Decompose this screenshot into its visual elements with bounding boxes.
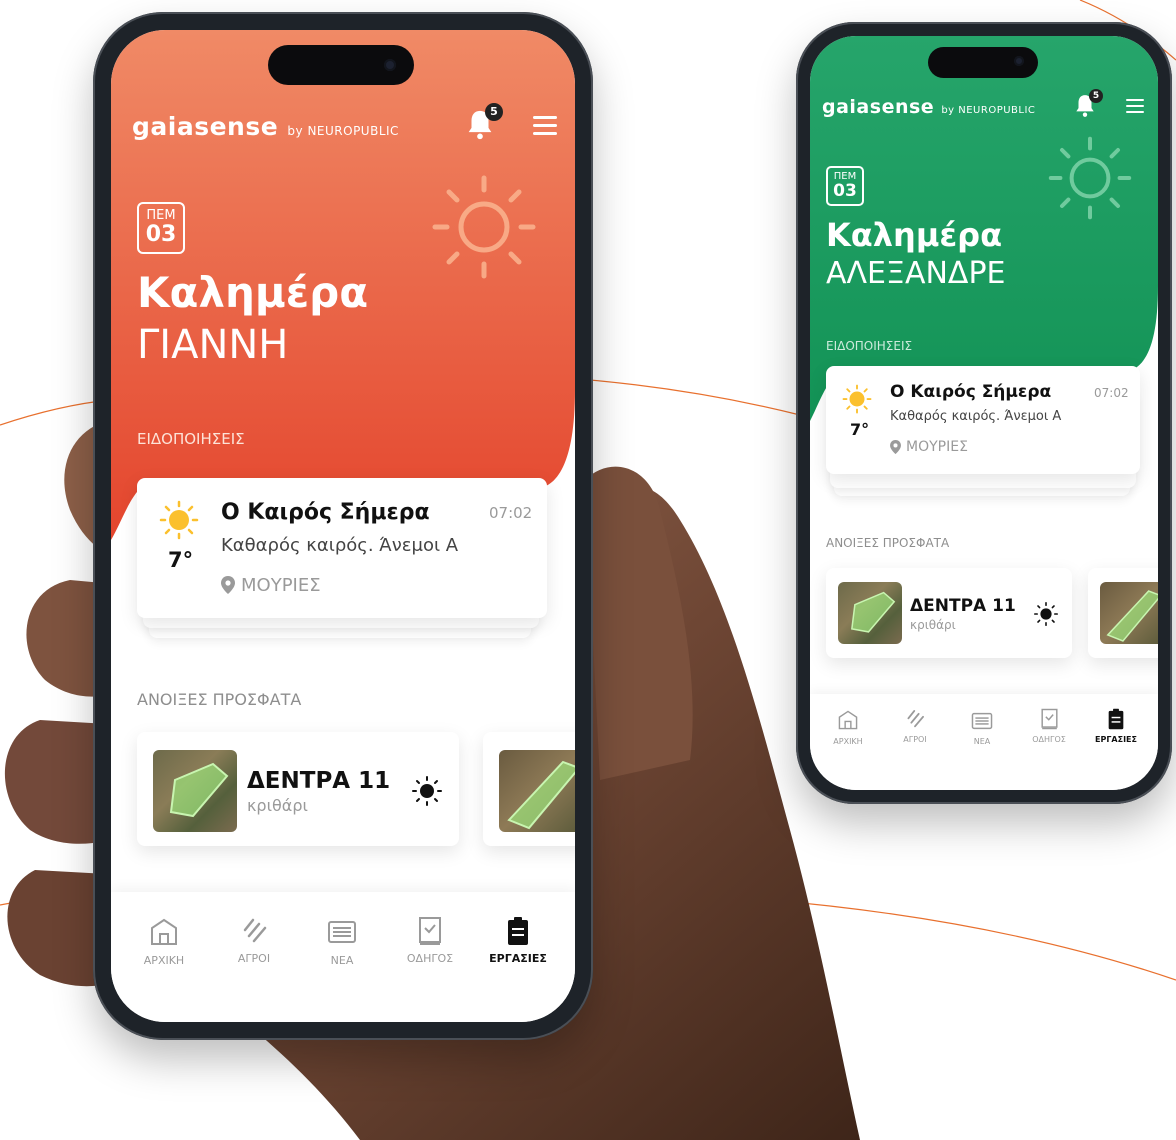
tasks-icon [1108,708,1124,730]
menu-icon[interactable] [533,116,557,135]
dynamic-island [928,47,1038,78]
field-map-thumbnail [153,750,237,832]
location-pin-icon [221,576,235,594]
nav-tasks-label: ΕΡΓΑΣΙΕΣ [489,952,547,965]
weather-time: 07:02 [489,504,533,522]
user-name: ΑΛΕΞΑΝΔΡΕ [826,256,1006,291]
weather-location: ΜΟΥΡΙΕΣ [906,439,968,455]
fields-icon [243,918,267,943]
weather-title: Ο Καιρός Σήμερα [221,500,430,525]
weather-time: 07:02 [1094,386,1129,400]
nav-news[interactable]: ΝΕΑ [954,712,1010,746]
phone-green: gaiasense by NEUROPUBLIC 5 ΠΕΜ 03 Καλημέ… [796,22,1172,804]
nav-home-label: ΑΡΧΙΚΗ [833,737,863,746]
brand-logo: gaiasense by NEUROPUBLIC [132,112,399,141]
user-name: ΓΙΑΝΝΗ [137,322,289,368]
recent-label: ΑΝΟΙΞΕΣ ΠΡΟΣΦΑΤΑ [137,690,302,709]
nav-home[interactable]: ΑΡΧΙΚΗ [820,710,876,746]
menu-icon[interactable] [1126,99,1144,113]
weather-description: Καθαρός καιρός. Άνεμοι Α [890,409,1062,424]
greeting-text: Καλημέρα [826,216,1003,254]
camera-icon [384,59,396,71]
nav-guide-label: ΟΔΗΓΟΣ [406,952,454,965]
sun-icon [432,175,536,279]
notifications-label: ΕΙΔΟΠΟΙΗΣΕΙΣ [137,430,245,448]
bottom-nav: ΑΡΧΙΚΗ ΑΓΡΟΙ ΝΕΑ ΟΔΗΓΟΣ ΕΡΓΑΣΙΕΣ [810,694,1158,790]
nav-news[interactable]: ΝΕΑ [305,920,379,967]
notification-badge: 5 [485,103,503,121]
nav-guide-label: ΟΔΗΓΟΣ [1032,735,1066,744]
field-crop: κριθάρι [910,618,956,632]
sun-small-icon [1034,602,1058,626]
sun-icon [1048,136,1132,220]
field-crop: κριθάρι [247,796,308,815]
nav-fields[interactable]: ΑΓΡΟΙ [887,708,943,744]
weather-description: Καθαρός καιρός. Άνεμοι Α [221,535,459,556]
sun-weather-icon [842,384,872,414]
nav-home[interactable]: ΑΡΧΙΚΗ [127,918,201,967]
brand-logo: gaiasense by NEUROPUBLIC [822,96,1036,118]
field-map-thumbnail-next [499,750,575,832]
dynamic-island [268,45,414,85]
weather-location: ΜΟΥΡΙΕΣ [241,575,321,596]
sun-small-icon [412,776,442,806]
field-name: ΔΕΝΤΡΑ 11 [910,596,1016,616]
nav-guide[interactable]: ΟΔΗΓΟΣ [393,916,467,965]
home-icon [151,918,177,945]
fields-icon [907,710,924,728]
guide-icon [419,917,441,945]
nav-fields[interactable]: ΑΓΡΟΙ [217,916,291,965]
weather-title: Ο Καιρός Σήμερα [890,382,1052,402]
field-card[interactable]: ΔΕΝΤΡΑ 11 κριθάρι [137,732,459,846]
nav-tasks[interactable]: ΕΡΓΑΣΙΕΣ [481,916,555,965]
weather-card[interactable]: 7° Ο Καιρός Σήμερα 07:02 Καθαρός καιρός.… [137,478,547,618]
camera-icon [1014,56,1024,66]
date-badge: ΠΕΜ 03 [137,202,185,254]
field-card-next[interactable] [1088,568,1158,658]
nav-news-label: ΝΕΑ [973,737,991,746]
field-map-thumbnail-next [1100,582,1158,644]
nav-news-label: ΝΕΑ [330,954,354,967]
news-icon [328,921,356,943]
guide-icon [1040,708,1058,730]
news-icon [971,712,993,730]
screen-green: gaiasense by NEUROPUBLIC 5 ΠΕΜ 03 Καλημέ… [810,36,1158,790]
field-card-next[interactable] [483,732,575,846]
brand-by: by NEUROPUBLIC [941,105,1036,116]
field-name: ΔΕΝΤΡΑ 11 [247,768,391,794]
brand-by: by NEUROPUBLIC [287,124,399,138]
recent-label: ΑΝΟΙΞΕΣ ΠΡΟΣΦΑΤΑ [826,536,950,550]
nav-fields-label: ΑΓΡΟΙ [903,735,927,744]
date-number: 03 [833,181,857,201]
notifications-label: ΕΙΔΟΠΟΙΗΣΕΙΣ [826,339,913,353]
date-badge: ΠΕΜ 03 [826,166,864,206]
field-map-thumbnail [838,582,902,644]
nav-tasks[interactable]: ΕΡΓΑΣΙΕΣ [1088,708,1144,744]
location-pin-icon [890,440,901,454]
date-number: 03 [145,222,177,247]
date-day: ΠΕΜ [146,208,176,223]
phone-orange: gaiasense by NEUROPUBLIC 5 ΠΕΜ 03 Καλημέ… [93,12,593,1040]
nav-guide[interactable]: ΟΔΗΓΟΣ [1021,708,1077,744]
home-icon [838,710,858,730]
temperature: 7° [850,420,870,439]
nav-home-label: ΑΡΧΙΚΗ [143,954,185,967]
bottom-nav: ΑΡΧΙΚΗ ΑΓΡΟΙ ΝΕΑ ΟΔΗΓΟΣ ΕΡΓΑΣΙΕΣ [111,892,575,1022]
tasks-icon [508,917,528,945]
notification-badge: 5 [1089,89,1103,103]
nav-tasks-label: ΕΡΓΑΣΙΕΣ [1095,735,1137,744]
weather-card[interactable]: 7° Ο Καιρός Σήμερα 07:02 Καθαρός καιρός.… [826,366,1140,474]
screen-orange: gaiasense by NEUROPUBLIC 5 ΠΕΜ 03 Καλημέ… [111,30,575,1022]
greeting-text: Καλημέρα [137,268,369,317]
temperature: 7° [168,548,194,572]
field-card[interactable]: ΔΕΝΤΡΑ 11 κριθάρι [826,568,1072,658]
nav-fields-label: ΑΓΡΟΙ [237,952,271,965]
sun-weather-icon [159,500,199,540]
